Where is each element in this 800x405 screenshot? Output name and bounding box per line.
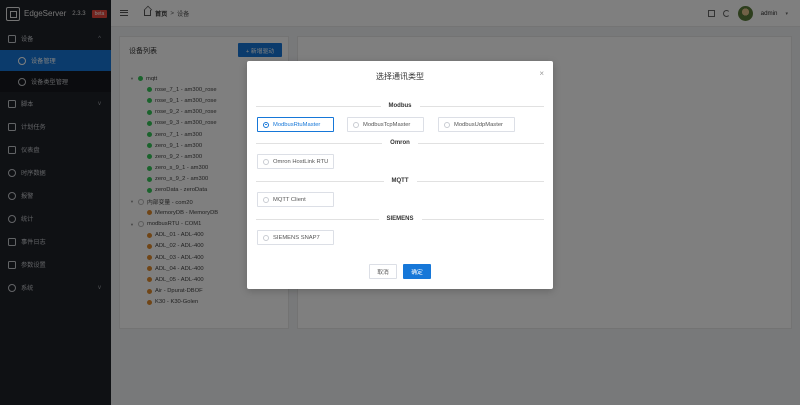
- option-label: SIEMENS SNAP7: [273, 234, 320, 241]
- section-label: MQTT: [391, 178, 409, 184]
- section-siemens: SIEMENS: [256, 214, 545, 224]
- option-label: MQTT Client: [273, 196, 306, 203]
- section-mqtt: MQTT: [256, 176, 544, 186]
- option-mqtt-client[interactable]: MQTT Client: [257, 192, 334, 207]
- option-label: ModbusRtuMaster: [273, 121, 321, 128]
- option-siemens-snap7[interactable]: SIEMENS SNAP7: [257, 230, 334, 245]
- option-label: ModbusTcpMaster: [363, 121, 411, 128]
- option-modbus-udp-master[interactable]: ModbusUdpMaster: [438, 117, 515, 132]
- section-label: SIEMENS: [386, 216, 414, 222]
- select-protocol-dialog: 选择通讯类型 × Modbus ModbusRtuMaster ModbusTc…: [247, 61, 553, 289]
- close-icon[interactable]: ×: [539, 69, 544, 78]
- option-label: Omron HostLink RTU: [273, 158, 329, 165]
- option-label: ModbusUdpMaster: [454, 121, 503, 128]
- cancel-button[interactable]: 取消: [369, 264, 397, 279]
- radio-icon: [263, 158, 269, 165]
- option-modbus-tcp-master[interactable]: ModbusTcpMaster: [347, 117, 424, 132]
- section-modbus: Modbus: [256, 101, 544, 111]
- confirm-button[interactable]: 确定: [403, 264, 431, 279]
- radio-icon: [263, 234, 269, 241]
- option-modbus-rtu-master[interactable]: ModbusRtuMaster: [257, 117, 334, 132]
- radio-icon: [263, 196, 269, 203]
- section-omron: Omron: [256, 138, 545, 148]
- option-omron-hostlink-rtu[interactable]: Omron HostLink RTU: [257, 154, 334, 169]
- radio-icon: [353, 121, 359, 128]
- radio-icon: [444, 121, 450, 128]
- radio-checked-icon: [263, 121, 269, 128]
- section-label: Omron: [390, 140, 410, 146]
- dialog-title: 选择通讯类型: [376, 72, 424, 81]
- section-label: Modbus: [388, 103, 412, 109]
